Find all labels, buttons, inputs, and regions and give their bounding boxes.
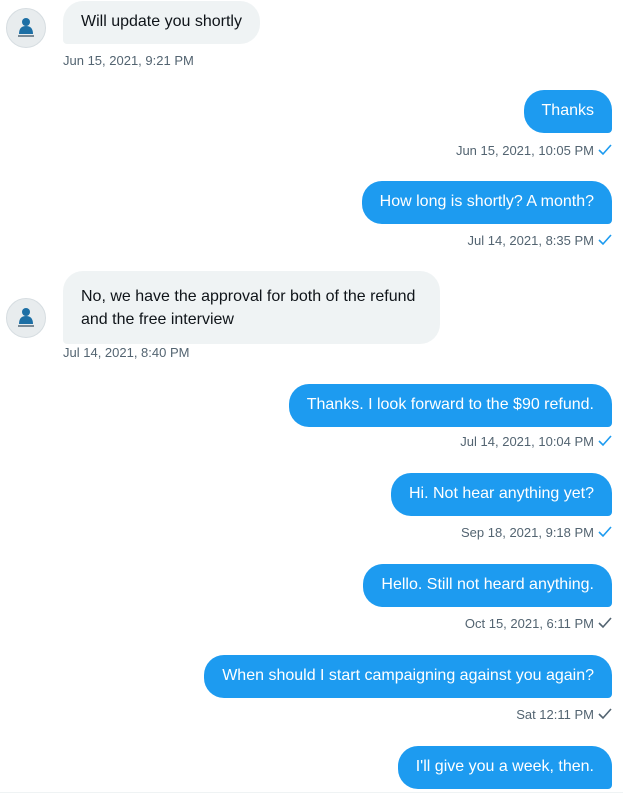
message-outgoing[interactable]: When should I start campaigning against … bbox=[204, 655, 612, 698]
message-bubble[interactable]: Thanks bbox=[523, 90, 612, 133]
message-outgoing[interactable]: Hello. Still not heard anything. bbox=[363, 564, 612, 607]
timestamp-text: Jul 14, 2021, 10:04 PM bbox=[460, 434, 594, 449]
timestamp-text: Sep 18, 2021, 9:18 PM bbox=[461, 525, 594, 540]
sent-check-icon bbox=[598, 708, 612, 720]
message-bubble[interactable]: Hi. Not hear anything yet? bbox=[391, 473, 612, 516]
user-avatar-icon[interactable] bbox=[6, 8, 46, 48]
user-avatar-icon[interactable] bbox=[6, 298, 46, 338]
message-incoming[interactable]: Will update you shortly bbox=[63, 1, 260, 44]
timestamp-text: Oct 15, 2021, 6:11 PM bbox=[464, 616, 594, 631]
timestamp-text: Jun 15, 2021, 9:21 PM bbox=[63, 53, 194, 68]
message-bubble[interactable]: Will update you shortly bbox=[63, 1, 260, 44]
message-outgoing[interactable]: How long is shortly? A month? bbox=[361, 181, 612, 224]
message-outgoing[interactable]: Thanks. I look forward to the $90 refund… bbox=[288, 384, 612, 427]
message-outgoing[interactable]: Thanks bbox=[523, 90, 612, 133]
message-bubble[interactable]: When should I start campaigning against … bbox=[204, 655, 612, 698]
message-outgoing[interactable]: Hi. Not hear anything yet? bbox=[391, 473, 612, 516]
message-timestamp: Jul 14, 2021, 10:04 PM bbox=[460, 434, 612, 450]
dm-conversation: Will update you shortly Jun 15, 2021, 9:… bbox=[0, 0, 623, 799]
message-outgoing[interactable]: I'll give you a week, then. bbox=[397, 746, 612, 789]
message-timestamp: Jul 14, 2021, 8:40 PM bbox=[63, 345, 189, 361]
read-check-icon bbox=[598, 435, 612, 447]
timestamp-text: Jun 15, 2021, 10:05 PM bbox=[455, 143, 594, 158]
message-timestamp: Jun 15, 2021, 9:21 PM bbox=[63, 53, 194, 69]
message-bubble[interactable]: No, we have the approval for both of the… bbox=[63, 271, 440, 344]
timestamp-text: Jul 14, 2021, 8:35 PM bbox=[467, 233, 594, 248]
read-check-icon bbox=[598, 526, 612, 538]
message-timestamp: Jul 14, 2021, 8:35 PM bbox=[468, 233, 612, 249]
timestamp-text: Sat 12:11 PM bbox=[516, 707, 594, 722]
message-bubble[interactable]: I'll give you a week, then. bbox=[397, 746, 612, 789]
message-bubble[interactable]: Thanks. I look forward to the $90 refund… bbox=[288, 384, 612, 427]
read-check-icon bbox=[598, 234, 612, 246]
message-bubble[interactable]: Hello. Still not heard anything. bbox=[363, 564, 612, 607]
message-timestamp: Jun 15, 2021, 10:05 PM bbox=[456, 143, 612, 159]
message-timestamp: Sep 18, 2021, 9:18 PM bbox=[461, 525, 612, 541]
message-timestamp: Oct 15, 2021, 6:11 PM bbox=[465, 616, 612, 632]
message-timestamp: Sat 12:11 PM bbox=[516, 707, 612, 723]
timestamp-text: Jul 14, 2021, 8:40 PM bbox=[63, 345, 190, 360]
message-incoming[interactable]: No, we have the approval for both of the… bbox=[63, 271, 440, 344]
sent-check-icon bbox=[598, 617, 612, 629]
divider bbox=[0, 792, 623, 793]
message-bubble[interactable]: How long is shortly? A month? bbox=[361, 181, 612, 224]
read-check-icon bbox=[598, 144, 612, 156]
